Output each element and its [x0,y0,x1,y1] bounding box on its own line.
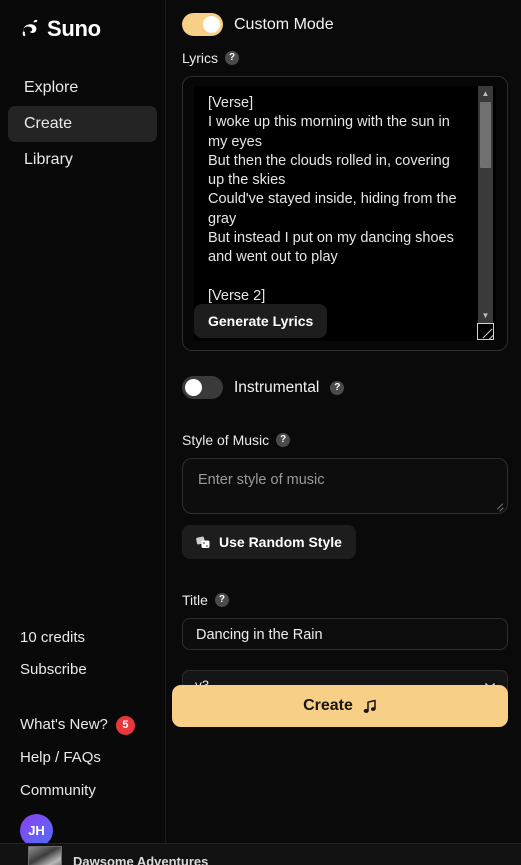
help-circle-icon[interactable]: ? [225,51,240,65]
create-button-label: Create [303,697,353,714]
scroll-down-icon[interactable]: ▼ [478,308,493,323]
custom-mode-label: Custom Mode [234,15,334,33]
dice-icon [196,536,210,548]
lyrics-label: Lyrics [182,50,219,66]
lyrics-textarea[interactable]: [Verse] I woke up this morning with the … [194,86,496,341]
track-title: Dawsome Adventures [73,853,209,865]
title-value: Dancing in the Rain [196,627,323,643]
toggle-knob [203,16,220,33]
instrumental-toggle[interactable] [182,376,223,399]
use-random-style-button[interactable]: Use Random Style [182,525,356,559]
sidebar-nav: Explore Create Library [0,70,165,178]
scroll-up-icon[interactable]: ▲ [478,86,493,101]
create-button[interactable]: Create [172,685,508,727]
brand-name: Suno [47,16,101,41]
help-faqs-link[interactable]: Help / FAQs [20,748,166,768]
player-bar[interactable]: Dawsome Adventures [0,843,521,865]
track-artwork [28,846,62,865]
lyrics-field-container: [Verse] I woke up this morning with the … [182,76,508,351]
help-circle-icon[interactable]: ? [330,380,345,395]
brand-logo[interactable]: Suno [0,0,165,40]
sidebar-item-library[interactable]: Library [8,142,157,178]
sidebar-footer: 10 credits Subscribe What's New? 5 Help … [0,627,166,865]
whats-new-label: What's New? [20,716,108,733]
subscribe-link[interactable]: Subscribe [20,659,166,681]
lyrics-label-row: Lyrics ? [182,49,508,67]
suno-create-page: Suno Explore Create Library 10 credits S… [0,0,521,865]
custom-mode-toggle[interactable] [182,13,223,36]
suno-wave-logo-icon [22,19,38,37]
style-placeholder: Enter style of music [198,472,325,488]
create-form: Custom Mode Lyrics ? [Verse] I woke up t… [166,0,521,865]
custom-mode-row: Custom Mode [182,0,508,36]
use-random-style-label: Use Random Style [219,534,342,550]
style-of-music-section: Style of Music ? Enter style of music Us… [182,431,508,559]
instrumental-label: Instrumental [234,378,320,396]
style-label-row: Style of Music ? [182,431,508,449]
title-section: Title ? Dancing in the Rain [182,591,508,650]
community-link[interactable]: Community [20,781,166,801]
lyrics-scrollbar[interactable]: ▲ ▼ [478,86,493,323]
toggle-knob [185,379,202,396]
sidebar-item-explore[interactable]: Explore [8,70,157,106]
textarea-resize-handle[interactable] [477,323,494,340]
credits-label: 10 credits [20,629,86,646]
sidebar: Suno Explore Create Library 10 credits S… [0,0,166,865]
whats-new-link[interactable]: What's New? 5 [20,715,166,735]
title-input[interactable]: Dancing in the Rain [182,618,508,650]
sidebar-item-create[interactable]: Create [8,106,157,142]
generate-lyrics-button[interactable]: Generate Lyrics [194,304,328,338]
music-note-icon [363,699,376,713]
scrollbar-thumb[interactable] [480,102,491,168]
style-resize-handle[interactable] [496,502,504,512]
instrumental-row: Instrumental ? [182,376,508,399]
whats-new-badge: 5 [115,715,135,735]
style-of-music-label: Style of Music [182,432,270,448]
style-of-music-input[interactable]: Enter style of music [182,458,508,514]
help-circle-icon[interactable]: ? [214,593,229,607]
title-label-row: Title ? [182,591,508,609]
title-label: Title [182,592,208,608]
lyrics-value: [Verse] I woke up this morning with the … [208,95,457,304]
help-circle-icon[interactable]: ? [276,433,291,447]
